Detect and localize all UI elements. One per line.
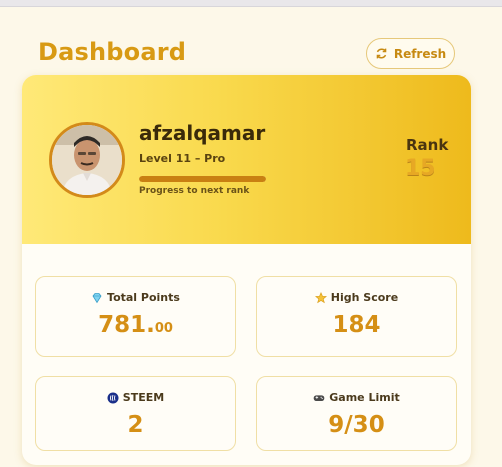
steem-heading: STEEM [107,391,164,404]
rank-value: 15 [405,156,436,181]
browser-top-edge [0,0,502,7]
game-limit-heading: Game Limit [313,391,400,404]
gamepad-icon [313,394,325,401]
game-limit-value: 9/30 [328,412,385,438]
profile-hero: afzalqamar Level 11 – Pro Progress to ne… [22,75,471,244]
steem-value: 2 [127,412,144,438]
rank-label: Rank [406,136,449,154]
high-score-card: High Score 184 [256,276,457,357]
refresh-icon [376,48,387,59]
star-icon [314,291,327,303]
steem-icon [107,392,119,403]
total-points-value-decimal: 00 [154,321,173,336]
total-points-value-main: 781. [98,312,155,338]
high-score-value: 184 [332,312,381,338]
username: afzalqamar [139,121,266,145]
high-score-heading: High Score [314,291,399,304]
refresh-button[interactable]: Refresh [366,38,455,69]
total-points-heading: Total Points [91,291,180,304]
total-points-label: Total Points [107,291,180,304]
high-score-label: High Score [330,291,399,304]
diamond-icon [92,292,102,303]
user-level: Level 11 – Pro [139,152,226,165]
game-limit-card: Game Limit 9/30 [256,376,457,451]
avatar[interactable] [49,122,125,198]
total-points-card: Total Points 781.00 [35,276,236,357]
avatar-image [52,125,122,195]
refresh-label: Refresh [393,46,447,61]
rank-progress-bar [139,176,266,182]
game-limit-label: Game Limit [329,391,400,404]
total-points-value: 781.00 [98,312,173,338]
steem-card: STEEM 2 [35,376,236,451]
steem-label: STEEM [122,391,165,404]
page-title: Dashboard [38,38,187,66]
progress-label: Progress to next rank [139,186,250,196]
rank-progress-fill [139,176,266,182]
dashboard-card: afzalqamar Level 11 – Pro Progress to ne… [22,75,471,465]
